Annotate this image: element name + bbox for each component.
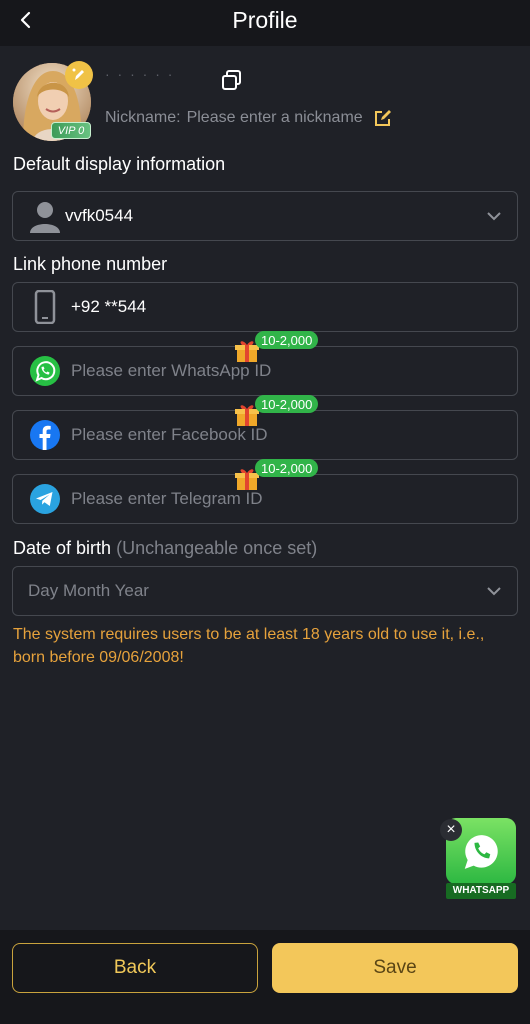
profile-screen: Profile VIP 0 · · · · · · Nickname: Plea… xyxy=(0,0,530,1024)
phone-field[interactable]: +92 **544 xyxy=(12,282,518,332)
edit-avatar-icon[interactable] xyxy=(65,61,93,89)
phone-label: Link phone number xyxy=(13,254,168,274)
reward-badge: 10-2,000 xyxy=(255,331,319,349)
whatsapp-icon xyxy=(27,353,63,389)
save-button[interactable]: Save xyxy=(272,943,518,993)
default-display-select[interactable]: vvfk0544 xyxy=(12,191,518,241)
reward-badge: 10-2,000 xyxy=(255,459,319,477)
user-icon xyxy=(27,198,63,234)
whatsapp-id-input[interactable]: Please enter WhatsApp ID xyxy=(12,346,518,396)
chevron-down-icon xyxy=(487,587,501,596)
dob-label: Date of birth xyxy=(13,538,112,558)
nickname-row: Nickname: Please enter a nickname xyxy=(105,108,393,128)
default-display-label: Default display information xyxy=(13,154,226,174)
nickname-input[interactable]: Please enter a nickname xyxy=(187,109,363,127)
dob-note: (Unchangeable once set) xyxy=(116,538,318,558)
facebook-icon xyxy=(27,417,63,453)
nickname-label: Nickname: xyxy=(105,109,181,126)
back-arrow-icon[interactable] xyxy=(10,4,42,36)
telegram-icon xyxy=(27,481,63,517)
username: · · · · · · xyxy=(105,66,175,82)
header-bar: Profile xyxy=(0,0,530,46)
dob-select[interactable]: Day Month Year xyxy=(12,566,518,616)
copy-icon[interactable] xyxy=(221,69,243,91)
whatsapp-widget-label: WHATSAPP xyxy=(446,883,516,899)
whatsapp-float-widget[interactable]: WHATSAPP × xyxy=(440,815,522,900)
default-display-value: vvfk0544 xyxy=(65,206,134,225)
age-warning: The system requires users to be at least… xyxy=(13,626,485,666)
phone-value: +92 **544 xyxy=(71,297,147,316)
dob-placeholder: Day Month Year xyxy=(28,581,149,600)
bottom-action-bar: Back Save xyxy=(0,930,530,1024)
facebook-id-input[interactable]: Please enter Facebook ID xyxy=(12,410,518,460)
edit-nickname-icon[interactable] xyxy=(373,108,393,128)
chevron-down-icon xyxy=(487,212,501,221)
vip-badge: VIP 0 xyxy=(51,122,91,139)
telegram-id-input[interactable]: Please enter Telegram ID xyxy=(12,474,518,524)
phone-icon xyxy=(27,289,63,325)
page-title: Profile xyxy=(232,6,298,33)
avatar-container: VIP 0 xyxy=(13,61,93,143)
close-icon[interactable]: × xyxy=(440,819,462,841)
reward-badge: 10-2,000 xyxy=(255,395,319,413)
dob-label-row: Date of birth (Unchangeable once set) xyxy=(13,538,317,559)
back-button[interactable]: Back xyxy=(12,943,258,993)
